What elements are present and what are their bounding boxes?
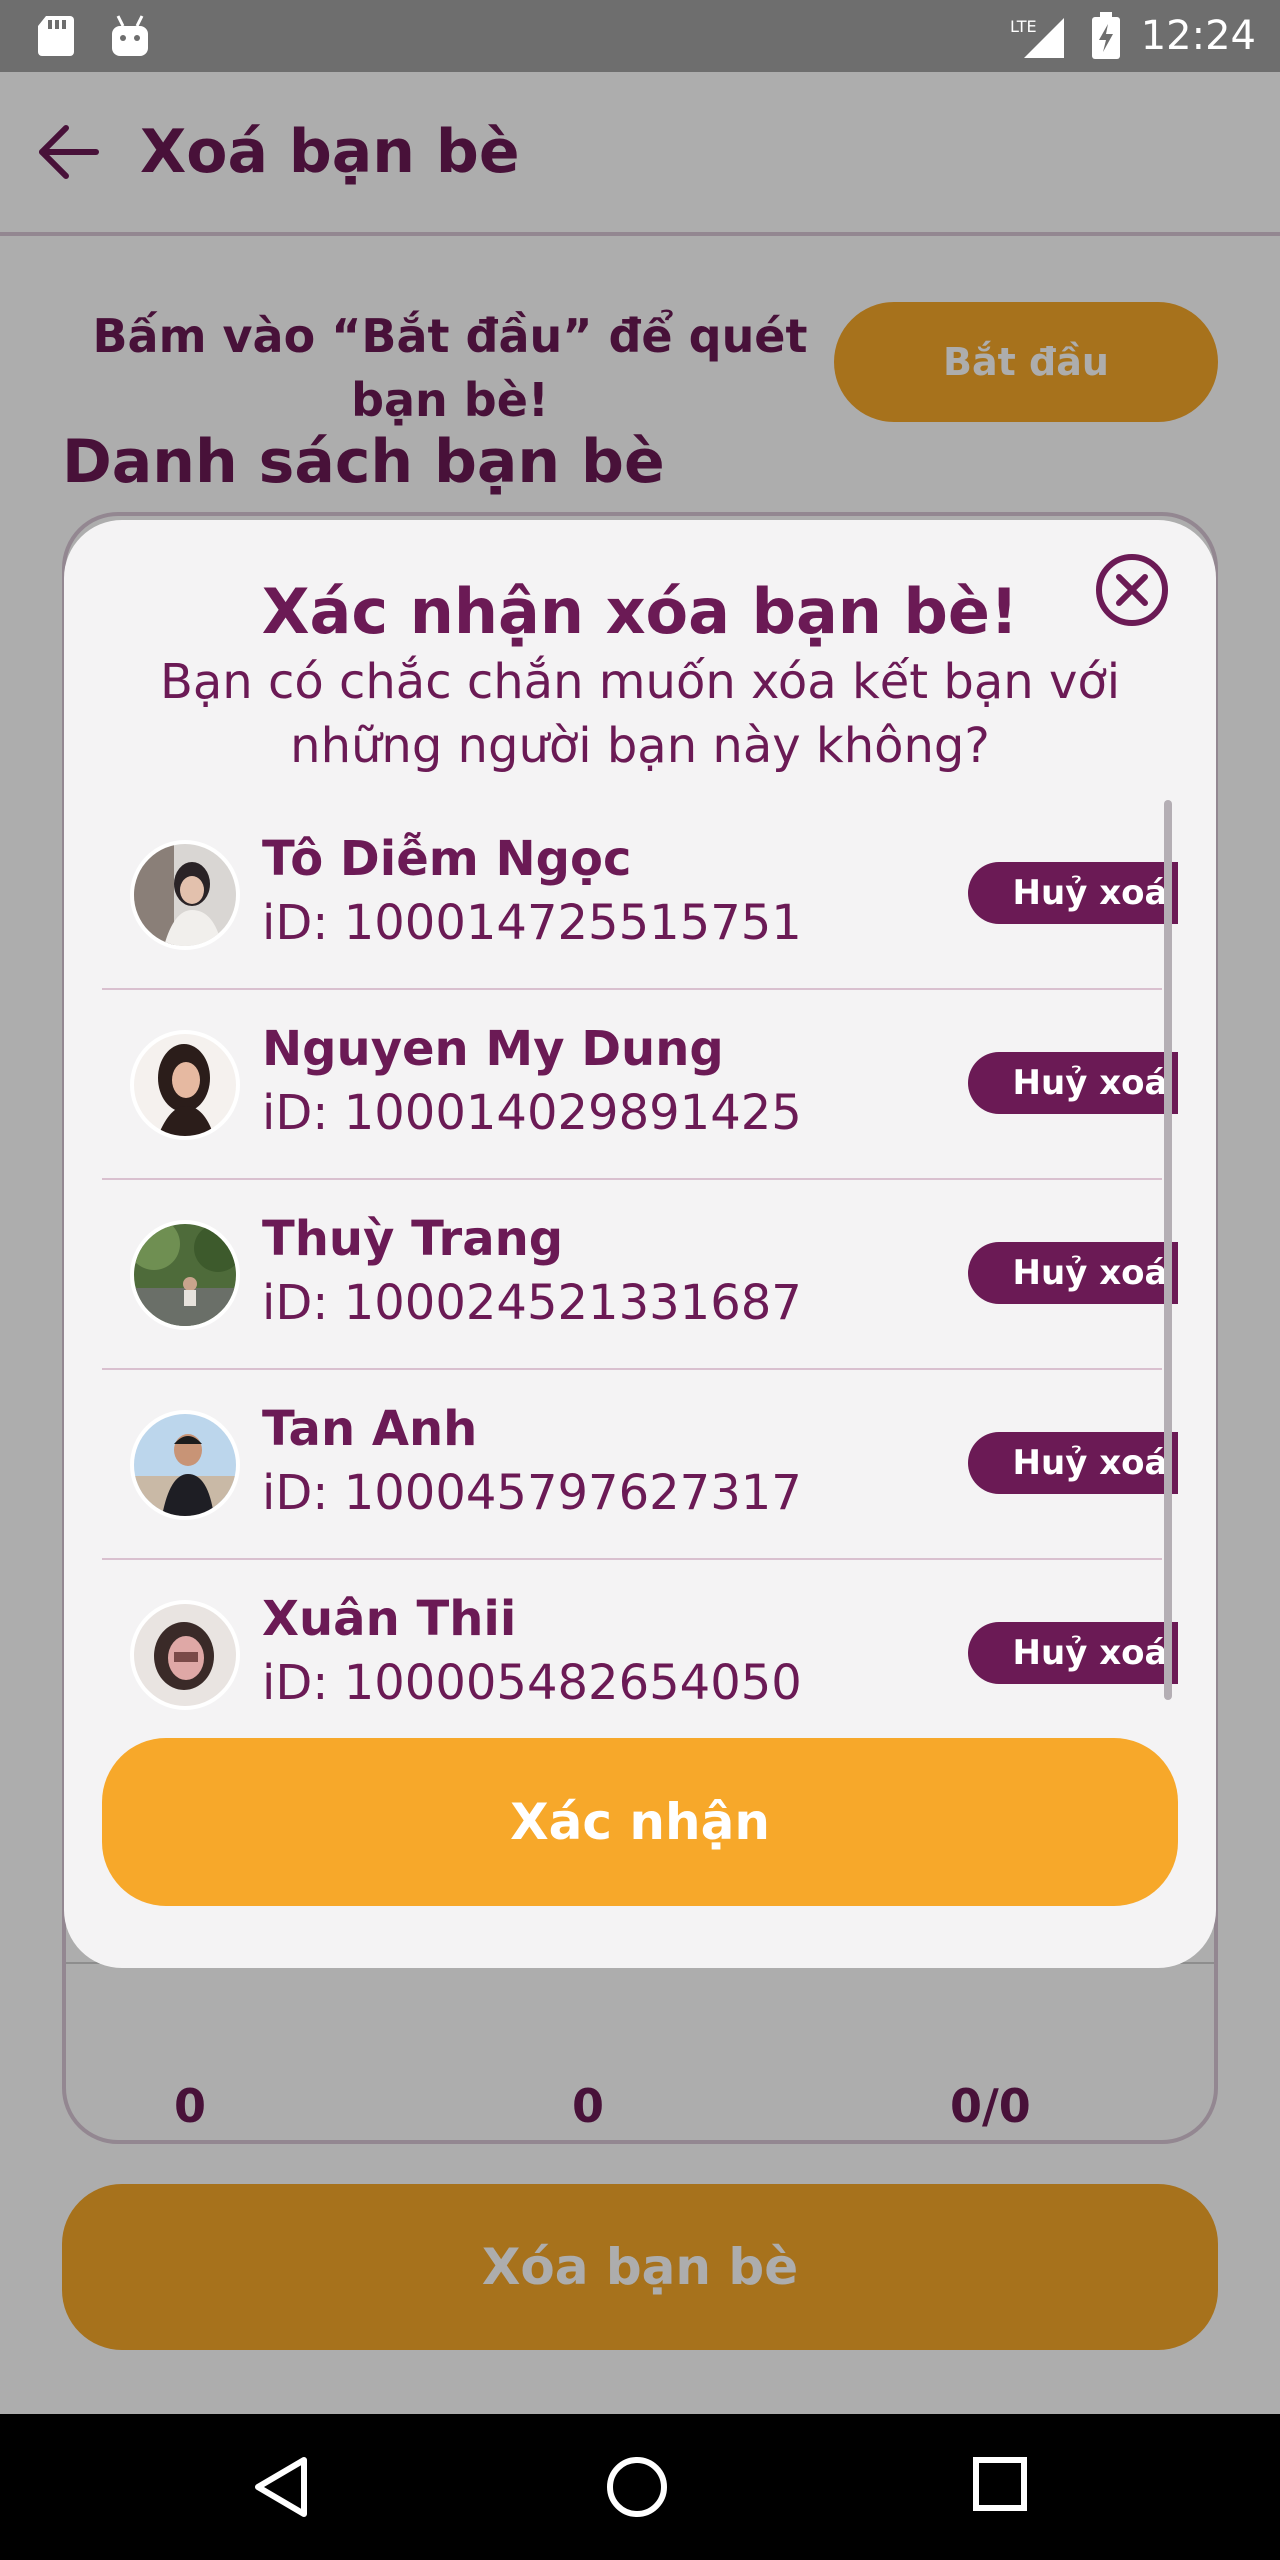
avatar [130,1030,240,1140]
friend-row: Xuân Thii iD: 100005482654050 Huỷ xoá [102,1560,1178,1720]
friend-id: iD: 100024521331687 [262,1275,802,1331]
lte-signal-icon: LTE [1010,14,1066,64]
dialog-title: Xác nhận xóa bạn bè! [261,575,1019,648]
friend-name: Xuân Thii [262,1591,517,1647]
nav-back-icon[interactable] [250,2454,314,2524]
confirm-delete-dialog: Xác nhận xóa bạn bè! Bạn có chắc chắn mu… [64,520,1216,1968]
avatar [130,1220,240,1330]
friend-row: Thuỳ Trang iD: 100024521331687 Huỷ xoá [102,1180,1178,1370]
friend-row: Tô Diễm Ngọc iD: 100014725515751 Huỷ xoá [102,800,1178,990]
cancel-delete-button[interactable]: Huỷ xoá [968,1242,1178,1304]
close-circle-icon[interactable] [1094,552,1170,632]
cancel-delete-button[interactable]: Huỷ xoá [968,1622,1178,1684]
friend-name: Tan Anh [262,1401,478,1457]
system-nav-bar [0,2414,1280,2560]
android-icon [110,14,150,62]
confirm-button[interactable]: Xác nhận [102,1738,1178,1906]
friend-list[interactable]: Tô Diễm Ngọc iD: 100014725515751 Huỷ xoá… [102,800,1178,1720]
friend-id: iD: 100014029891425 [262,1085,802,1141]
friend-name: Thuỳ Trang [262,1211,564,1267]
status-bar: LTE 12:24 [0,0,1280,72]
clock: 12:24 [1140,13,1256,59]
friend-id: iD: 100045797627317 [262,1465,802,1521]
friend-id: iD: 100005482654050 [262,1655,802,1711]
battery-charging-icon [1090,12,1122,64]
avatar [130,1600,240,1710]
cancel-delete-button[interactable]: Huỷ xoá [968,1432,1178,1494]
friend-name: Nguyen My Dung [262,1021,724,1077]
avatar [130,840,240,950]
nav-home-icon[interactable] [604,2454,670,2524]
lte-label: LTE [1010,17,1037,36]
cancel-delete-button[interactable]: Huỷ xoá [968,862,1178,924]
nav-recents-icon[interactable] [970,2454,1030,2518]
avatar [130,1410,240,1520]
friend-list-scrollbar[interactable] [1164,800,1172,1700]
friend-id: iD: 100014725515751 [262,895,802,951]
dialog-message: Bạn có chắc chắn muốn xóa kết bạn với nh… [159,654,1121,774]
friend-name: Tô Diễm Ngọc [262,831,632,887]
friend-row: Nguyen My Dung iD: 100014029891425 Huỷ x… [102,990,1178,1180]
friend-row: Tan Anh iD: 100045797627317 Huỷ xoá [102,1370,1178,1560]
cancel-delete-button[interactable]: Huỷ xoá [968,1052,1178,1114]
sd-card-icon [36,14,76,62]
